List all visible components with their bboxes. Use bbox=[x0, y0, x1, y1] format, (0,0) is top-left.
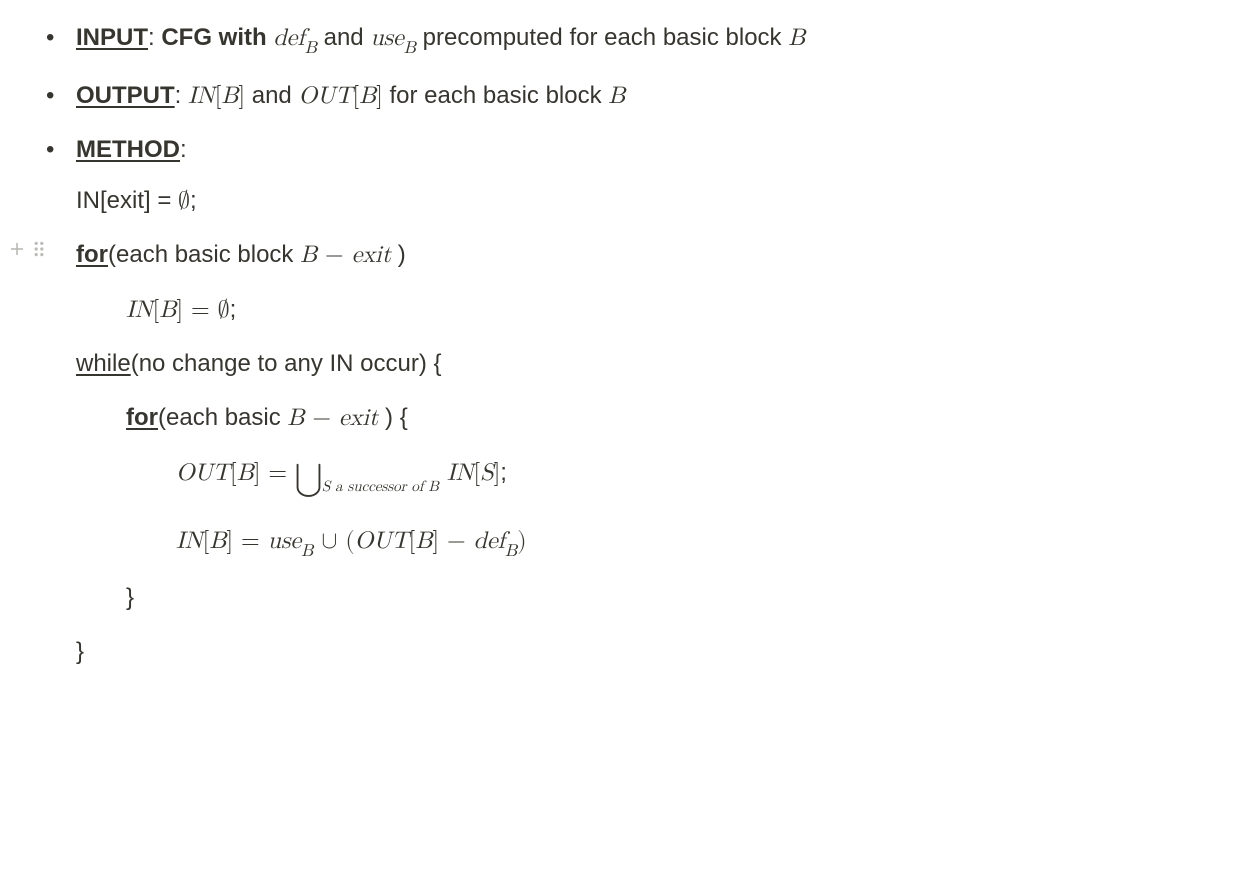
colon: : bbox=[148, 24, 161, 51]
method-close-inner: } bbox=[76, 579, 1214, 617]
add-block-icon[interactable] bbox=[8, 240, 26, 258]
method-eq-in: IN[B] = useB ∪ (OUT[B] − defB) bbox=[76, 522, 1214, 563]
input-use: useB bbox=[370, 26, 416, 50]
method-init-exit: IN[exit] = ∅; bbox=[76, 182, 1214, 220]
output-and: and bbox=[245, 82, 298, 109]
drag-handle-icon[interactable] bbox=[32, 240, 46, 258]
output-label: OUTPUT bbox=[76, 82, 175, 109]
method-for-init-body: IN[B] = ∅; bbox=[76, 291, 1214, 329]
input-tailvar: B bbox=[788, 26, 805, 50]
input-label: INPUT bbox=[76, 24, 148, 51]
method-eq-out: OUT[B] = ⋃S a successor of B IN[S]; bbox=[76, 454, 1214, 506]
method-while: while(no change to any IN occur) { bbox=[76, 345, 1214, 383]
input-def: defB bbox=[273, 26, 317, 50]
for-keyword-inner: for bbox=[126, 404, 158, 431]
for-keyword: for bbox=[76, 241, 108, 268]
output-in: IN[B] bbox=[188, 84, 245, 108]
block-gutter-controls[interactable] bbox=[8, 240, 46, 258]
output-item: OUTPUT: IN[B] and OUT[B] for each basic … bbox=[46, 78, 1214, 114]
method-for-init[interactable]: for(each basic block B − exit ) bbox=[76, 236, 1214, 274]
method-label: METHOD bbox=[76, 136, 180, 163]
input-cfg-text: CFG with bbox=[161, 24, 273, 51]
algorithm-list: INPUT: CFG with defB and useB precompute… bbox=[10, 20, 1214, 672]
colon: : bbox=[180, 136, 187, 163]
while-keyword: while bbox=[76, 350, 131, 377]
method-for-inner: for(each basic B − exit ) { bbox=[76, 399, 1214, 437]
input-and: and bbox=[317, 24, 370, 51]
input-item: INPUT: CFG with defB and useB precompute… bbox=[46, 20, 1214, 60]
method-close-while: } bbox=[76, 633, 1214, 671]
method-item: METHOD: IN[exit] = ∅; for(each basic blo… bbox=[46, 132, 1214, 672]
union-symbol: ⋃ bbox=[295, 454, 322, 506]
output-out: OUT[B] bbox=[298, 84, 382, 108]
output-tailvar: B bbox=[608, 84, 625, 108]
input-tail: precomputed for each basic block bbox=[416, 24, 788, 51]
colon: : bbox=[175, 82, 188, 109]
output-tail: for each basic block bbox=[383, 82, 608, 109]
